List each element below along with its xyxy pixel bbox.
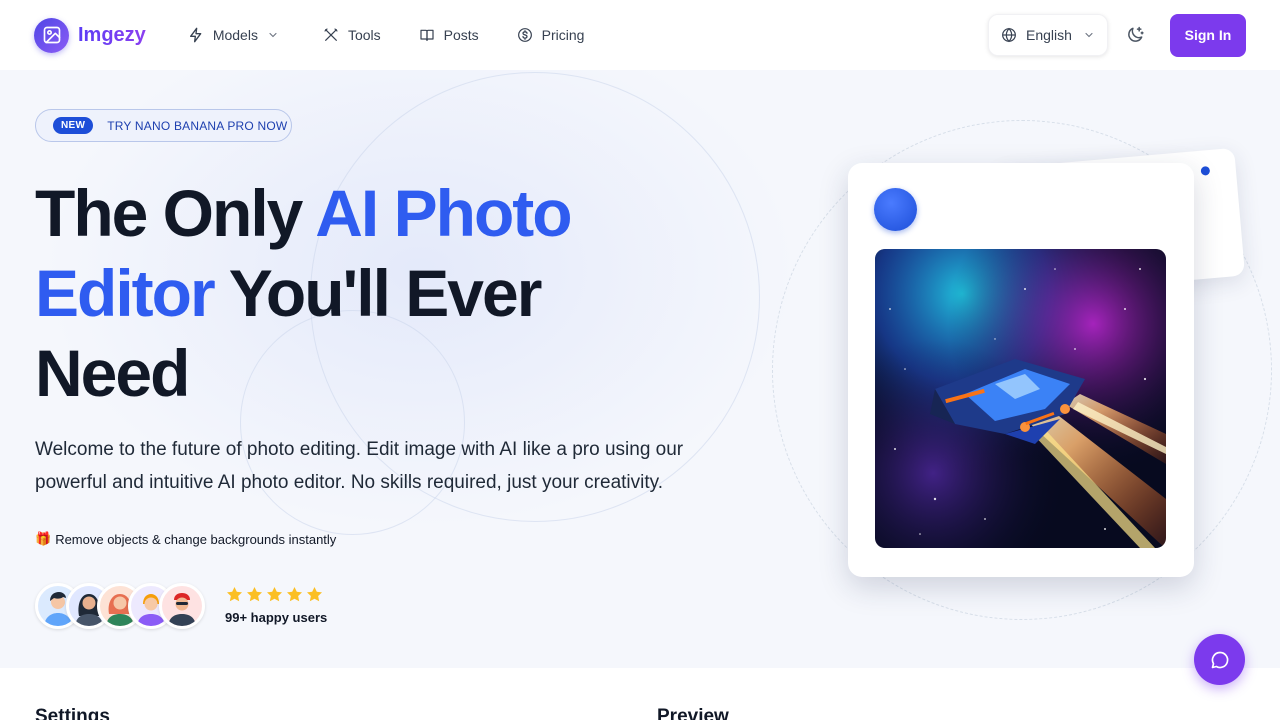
- hero-section: NEW TRY NANO BANANA PRO NOW The Only AI …: [0, 70, 1280, 668]
- headline-highlight: AI Photo: [315, 176, 572, 250]
- blue-dot-icon: [874, 188, 917, 231]
- language-label: English: [1026, 27, 1072, 43]
- rating-block: 99+ happy users: [225, 585, 327, 625]
- theme-toggle-button[interactable]: [1124, 24, 1146, 46]
- new-pill: NEW: [53, 117, 94, 134]
- hero-description-line: powerful and intuitive AI photo editor. …: [35, 472, 664, 493]
- logo[interactable]: Imgezy: [34, 17, 146, 53]
- nav-item-tools[interactable]: Tools: [323, 21, 381, 49]
- dollar-circle-icon: [517, 28, 532, 42]
- main-nav: Models Tools Posts Pricing: [188, 21, 585, 49]
- gift-icon: 🎁: [35, 531, 52, 546]
- spaceship-image: [875, 249, 1166, 548]
- avatar: [159, 583, 205, 629]
- announcement-text: TRY NANO BANANA PRO NOW: [107, 118, 288, 133]
- hero-headline: The Only AI Photo Editor You'll Ever Nee…: [35, 173, 735, 413]
- chevron-down-icon: [1085, 32, 1093, 38]
- logo-image-icon: [34, 17, 69, 53]
- star-icon: [266, 586, 283, 602]
- headline-text: You'll Ever: [213, 256, 543, 330]
- star-rating: [225, 585, 327, 604]
- feature-text: Remove objects & change backgrounds inst…: [55, 531, 337, 547]
- user-avatars: [35, 583, 205, 629]
- star-icon: [306, 586, 323, 602]
- star-icon: [246, 586, 263, 602]
- moon-sparkle-icon: [1128, 26, 1144, 42]
- nav-item-models[interactable]: Models: [188, 21, 279, 49]
- headline-text: Need: [35, 336, 190, 410]
- feature-highlight: 🎁 Remove objects & change backgrounds in…: [35, 531, 336, 547]
- hero-description-line: Welcome to the future of photo editing. …: [35, 439, 684, 460]
- hero-description: Welcome to the future of photo editing. …: [35, 433, 735, 499]
- bolt-icon: [189, 27, 202, 43]
- star-icon: [226, 586, 243, 602]
- language-select[interactable]: English: [988, 14, 1108, 56]
- nav-item-pricing-label: Pricing: [541, 27, 585, 43]
- headline-text: The Only: [35, 176, 316, 250]
- globe-icon: [1002, 27, 1016, 43]
- tools-icon: [324, 28, 338, 41]
- sign-in-button[interactable]: Sign In: [1170, 13, 1246, 57]
- chat-button[interactable]: [1194, 634, 1245, 685]
- nav-item-models-label: Models: [212, 27, 258, 43]
- nav-item-posts-label: Posts: [443, 27, 479, 43]
- preview-title: Preview: [657, 706, 729, 720]
- star-icon: [286, 586, 303, 602]
- nav-item-posts[interactable]: Posts: [419, 21, 479, 49]
- header-actions: English Sign In: [988, 13, 1246, 57]
- book-icon: [420, 29, 434, 41]
- chat-bubble-icon: [1211, 651, 1228, 668]
- top-navbar: Imgezy Models Tools Posts Pricing Englis…: [0, 0, 1280, 70]
- happy-users-text: 99+ happy users: [225, 610, 328, 625]
- announcement-badge[interactable]: NEW TRY NANO BANANA PRO NOW: [35, 109, 292, 142]
- chevron-down-icon: [269, 32, 277, 38]
- nav-item-tools-label: Tools: [347, 27, 381, 43]
- preview-card: [848, 163, 1194, 577]
- headline-highlight: Editor: [35, 256, 216, 330]
- logo-text: Imgezy: [78, 23, 146, 46]
- nav-item-pricing[interactable]: Pricing: [517, 21, 585, 49]
- settings-title: Settings: [35, 706, 110, 720]
- editor-section: [0, 668, 1280, 720]
- status-dot: [1200, 165, 1211, 176]
